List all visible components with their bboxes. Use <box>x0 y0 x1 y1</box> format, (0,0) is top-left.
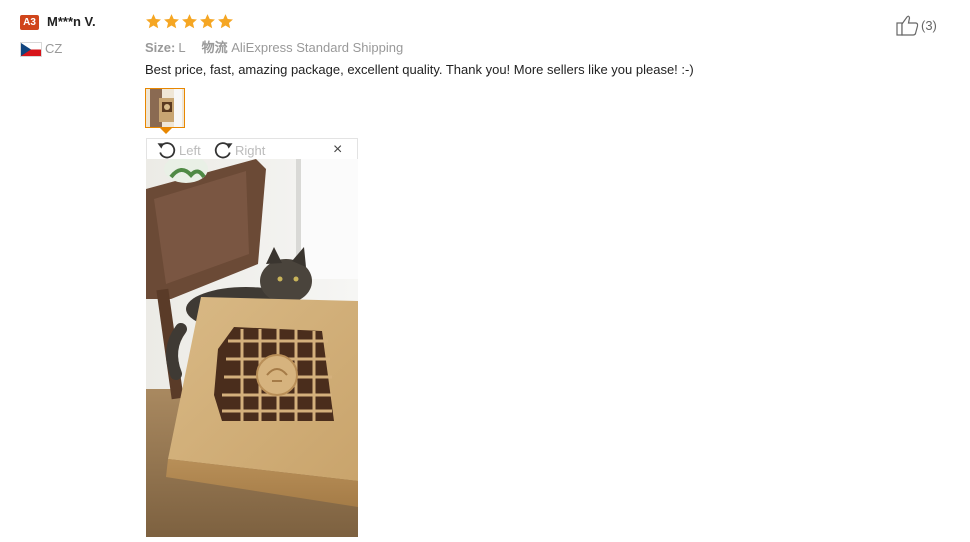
rotate-right-button[interactable]: Right <box>212 140 265 160</box>
user-level-badge: A3 <box>20 15 39 30</box>
star-icon <box>218 14 233 29</box>
thumbs-up-icon <box>896 15 919 36</box>
rotate-right-icon <box>214 142 233 159</box>
thumbnail-pointer <box>160 128 172 134</box>
shipping-value: AliExpress Standard Shipping <box>231 40 404 55</box>
rotate-right-label: Right <box>235 142 266 158</box>
star-icon <box>164 14 179 29</box>
size-value: L <box>178 40 186 55</box>
star-icon <box>146 14 161 29</box>
star-rating <box>145 13 234 30</box>
reviewer-country: CZ <box>45 41 63 56</box>
star-icon <box>182 14 197 29</box>
size-label: Size: <box>145 40 176 55</box>
star-icon <box>200 14 215 29</box>
review-photo <box>146 159 358 537</box>
rotate-left-label: Left <box>179 142 201 158</box>
helpful-like-button[interactable]: (3) <box>896 14 937 36</box>
rotate-left-button[interactable]: Left <box>156 140 201 160</box>
close-viewer-button[interactable]: × <box>333 141 342 159</box>
czech-flag-icon <box>20 42 42 57</box>
reviewer-name: M***n V. <box>47 14 96 29</box>
order-attributes: Size: L 物流 AliExpress Standard Shipping <box>145 37 403 56</box>
like-count: (3) <box>921 17 937 33</box>
review-photo-thumbnail[interactable] <box>145 88 185 128</box>
review-text: Best price, fast, amazing package, excel… <box>145 62 694 77</box>
rotate-left-icon <box>157 142 176 159</box>
shipping-label: 物流 <box>201 40 228 55</box>
